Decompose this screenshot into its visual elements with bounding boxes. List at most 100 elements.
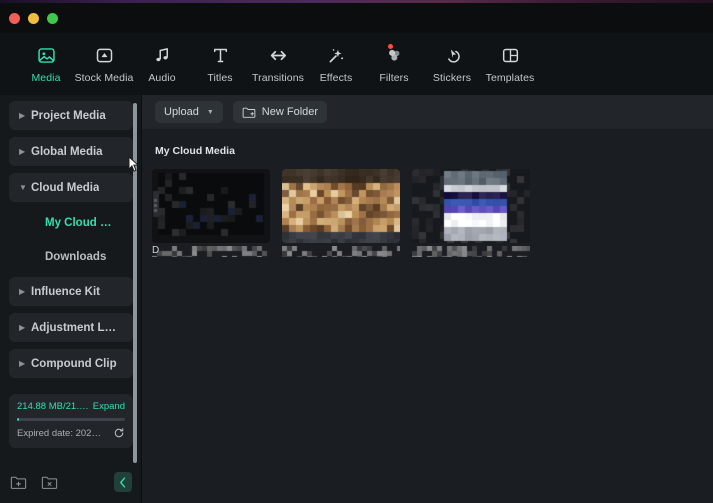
storage-card-footer: Expired date: 2025/…: [17, 427, 125, 439]
zoom-button[interactable]: [47, 12, 58, 24]
sidebar-item-label: Adjustment L…: [31, 321, 116, 334]
upload-button-label: Upload: [164, 106, 199, 118]
media-item-name: [412, 246, 530, 257]
chevron-right-icon[interactable]: ▶: [19, 287, 31, 296]
title-bar: [0, 3, 713, 33]
refresh-icon[interactable]: [113, 427, 125, 439]
storage-progress-bar: [17, 418, 125, 421]
folder-plus-icon: [242, 106, 256, 119]
section-title: My Cloud Media: [155, 145, 235, 157]
minimize-button[interactable]: [28, 12, 39, 24]
new-folder-button-label: New Folder: [261, 106, 319, 118]
toolbar-tab-label: Titles: [207, 71, 233, 84]
toolbar-tab-label: Effects: [319, 71, 353, 84]
media-thumbnail[interactable]: [152, 169, 270, 243]
toolbar-tab-label: Templates: [485, 71, 535, 84]
sidebar-tree: ▶ Project Media ▶ Global Media ▼ Cloud Media M…: [0, 101, 142, 391]
sidebar-item-label: Compound Clip: [31, 357, 117, 370]
sidebar-subitem-my-cloud[interactable]: My Cloud …: [9, 209, 133, 236]
storage-usage-text: 214.88 MB/21….: [17, 401, 89, 412]
templates-icon: [500, 45, 521, 67]
media-item-name-lead: D: [152, 246, 160, 256]
toolbar-tab-label: Filters: [379, 71, 409, 84]
chevron-right-icon[interactable]: ▶: [19, 147, 31, 156]
folder-delete-icon[interactable]: [41, 475, 58, 490]
video-editor-window: Media Stock Media Audio Titles Transition…: [0, 0, 713, 503]
sidebar: ▶ Project Media ▶ Global Media ▼ Cloud Media M…: [0, 95, 142, 503]
sidebar-item-cloud-media[interactable]: ▼ Cloud Media: [9, 173, 133, 202]
media-thumbnail-image: [282, 169, 400, 243]
sidebar-item-label: Project Media: [31, 109, 106, 122]
chevron-left-icon: [120, 476, 126, 488]
toolbar-tab-transitions[interactable]: Transitions: [249, 45, 307, 84]
toolbar-tab-templates[interactable]: Templates: [481, 45, 539, 84]
toolbar-tab-label: Stock Media: [74, 71, 134, 84]
sidebar-subitem-label: Downloads: [45, 250, 107, 263]
media-thumbnail-image: [412, 169, 530, 243]
toolbar-tab-label: Stickers: [432, 71, 472, 84]
toolbar-tab-titles[interactable]: Titles: [191, 45, 249, 84]
media-thumbnail[interactable]: [282, 169, 400, 243]
sidebar-item-label: Influence Kit: [31, 285, 101, 298]
text-t-icon: [210, 45, 231, 67]
sidebar-item-influence-kit[interactable]: ▶ Influence Kit: [9, 277, 133, 306]
sidebar-item-label: Cloud Media: [31, 181, 100, 194]
sidebar-scrollbar[interactable]: [133, 103, 137, 463]
notification-badge: [387, 43, 393, 49]
sidebar-item-adjustment-l[interactable]: ▶ Adjustment L…: [9, 313, 133, 342]
chevron-right-icon[interactable]: ▶: [19, 111, 31, 120]
chevron-right-icon[interactable]: ▶: [19, 359, 31, 368]
collapse-sidebar-button[interactable]: [114, 472, 132, 492]
window-controls: [9, 12, 58, 24]
media-browser-panel: Upload ▼ New Folder My Cloud Media D: [142, 95, 713, 503]
media-actions-toolbar: Upload ▼ New Folder: [142, 95, 713, 129]
sidebar-item-project-media[interactable]: ▶ Project Media: [9, 101, 133, 130]
media-thumbnail-image: [152, 169, 270, 243]
image-icon: [36, 45, 57, 67]
transitions-icon: [268, 45, 289, 67]
media-item[interactable]: [282, 169, 400, 257]
media-thumbnail[interactable]: [412, 169, 530, 243]
sparkle-wand-icon: [326, 45, 347, 67]
toolbar-tab-media[interactable]: Media: [17, 45, 75, 84]
chevron-down-icon: ▼: [206, 108, 214, 116]
sidebar-item-global-media[interactable]: ▶ Global Media: [9, 137, 133, 166]
upload-button[interactable]: Upload ▼: [155, 101, 223, 123]
sidebar-subitem-downloads[interactable]: Downloads: [9, 243, 133, 270]
sidebar-footer: [0, 461, 142, 503]
media-item-name-redacted: [412, 246, 530, 257]
chevron-right-icon[interactable]: ▶: [19, 323, 31, 332]
media-grid: D: [152, 169, 713, 257]
filters-icon: [384, 43, 405, 67]
toolbar-tab-stock-media[interactable]: Stock Media: [75, 45, 133, 84]
media-item[interactable]: D: [152, 169, 270, 257]
close-button[interactable]: [9, 12, 20, 24]
toolbar-tab-filters[interactable]: Filters: [365, 43, 423, 84]
sticker-icon: [442, 45, 463, 67]
main-toolbar: Media Stock Media Audio Titles Transition…: [0, 33, 713, 95]
toolbar-tab-stickers[interactable]: Stickers: [423, 45, 481, 84]
media-item-name: D: [152, 246, 270, 257]
toolbar-tab-effects[interactable]: Effects: [307, 45, 365, 84]
sidebar-item-label: Global Media: [31, 145, 103, 158]
toolbar-tab-label: Transitions: [251, 71, 305, 84]
storage-expand-link[interactable]: Expand: [93, 401, 125, 412]
music-note-icon: [152, 45, 173, 67]
storage-expiry-text: Expired date: 2025/…: [17, 427, 103, 439]
media-item-name-redacted: [152, 246, 270, 257]
toolbar-tab-label: Audio: [148, 71, 176, 84]
chevron-down-icon[interactable]: ▼: [19, 183, 31, 192]
media-item-name-redacted: [282, 246, 400, 257]
media-item[interactable]: [412, 169, 530, 257]
new-folder-button[interactable]: New Folder: [232, 101, 328, 123]
stock-media-icon: [94, 45, 115, 67]
toolbar-tab-audio[interactable]: Audio: [133, 45, 191, 84]
toolbar-tab-label: Media: [31, 71, 61, 84]
sidebar-subitem-label: My Cloud …: [45, 216, 112, 229]
media-item-name: [282, 246, 400, 257]
storage-progress-fill: [17, 418, 19, 421]
storage-card-header: 214.88 MB/21…. Expand: [17, 401, 125, 412]
cloud-storage-card: 214.88 MB/21…. Expand Expired date: 2025…: [9, 394, 133, 448]
sidebar-item-compound-clip[interactable]: ▶ Compound Clip: [9, 349, 133, 378]
folder-plus-icon[interactable]: [10, 475, 27, 490]
